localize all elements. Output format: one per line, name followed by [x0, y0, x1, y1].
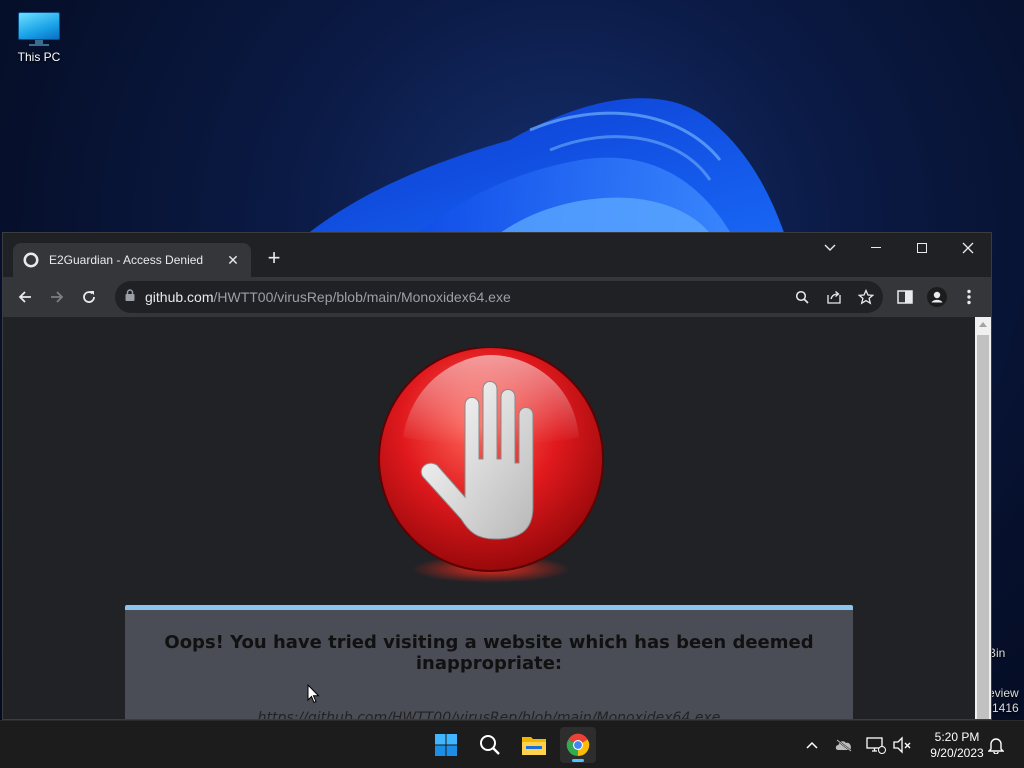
desktop-icon-label: This PC: [17, 50, 61, 64]
lock-icon: [125, 288, 135, 306]
taskbar: 5:20 PM 9/20/2023: [0, 720, 1024, 768]
vertical-scrollbar[interactable]: [975, 317, 991, 719]
access-denied-panel: Oops! You have tried visiting a website …: [125, 605, 853, 720]
kebab-menu-icon[interactable]: [955, 283, 983, 311]
zoom-search-icon[interactable]: [791, 287, 813, 307]
scroll-up-arrow-icon[interactable]: [979, 322, 987, 327]
clock-date: 9/20/2023: [930, 746, 984, 760]
close-window-icon[interactable]: [945, 233, 991, 263]
file-explorer-button[interactable]: [516, 727, 552, 763]
page-content: Oops! You have tried visiting a website …: [3, 317, 975, 720]
tab-strip: E2Guardian - Access Denied ✕ +: [3, 233, 991, 277]
this-pc-icon: [18, 12, 60, 46]
desktop-icon-this-pc[interactable]: This PC: [10, 8, 68, 64]
tab-search-chevron-icon[interactable]: [807, 233, 853, 263]
mouse-cursor-icon: [307, 684, 320, 704]
share-icon[interactable]: [823, 287, 845, 307]
reload-icon[interactable]: [75, 283, 103, 311]
notification-bell-icon[interactable]: [986, 735, 1006, 755]
desktop-edge-text: -1416: [988, 701, 1019, 715]
maximize-icon[interactable]: [899, 233, 945, 263]
chrome-button[interactable]: [560, 727, 596, 763]
taskbar-clock[interactable]: 5:20 PM 9/20/2023: [920, 729, 994, 761]
side-panel-icon[interactable]: [891, 283, 919, 311]
file-explorer-icon: [522, 737, 546, 755]
clock-time: 5:20 PM: [934, 730, 980, 744]
bookmark-star-icon[interactable]: [855, 287, 877, 307]
start-icon: [435, 734, 457, 756]
profile-icon[interactable]: [923, 283, 951, 311]
active-app-indicator: [572, 759, 584, 762]
blocked-url: https://github.com/HWTT00/virusRep/blob/…: [257, 710, 721, 720]
back-arrow-icon[interactable]: [11, 283, 39, 311]
denied-message: Oops! You have tried visiting a website …: [164, 632, 814, 674]
tab-title: E2Guardian - Access Denied: [49, 253, 204, 267]
stop-hand-icon: [378, 347, 604, 583]
address-host: github.com: [145, 289, 214, 305]
address-bar[interactable]: github.com/HWTT00/virusRep/blob/main/Mon…: [115, 281, 883, 313]
browser-toolbar: github.com/HWTT00/virusRep/blob/main/Mon…: [3, 277, 991, 317]
volume-muted-icon[interactable]: [892, 735, 912, 755]
search-button[interactable]: [472, 727, 508, 763]
tab-e2guardian[interactable]: E2Guardian - Access Denied ✕: [13, 243, 251, 277]
search-icon: [480, 735, 500, 755]
show-hidden-icons-chevron-icon[interactable]: [802, 735, 822, 755]
desktop-edge-text: eview: [988, 686, 1019, 700]
onedrive-offline-icon[interactable]: [834, 735, 854, 755]
scrollbar-thumb[interactable]: [977, 335, 989, 719]
start-button[interactable]: [428, 727, 464, 763]
minimize-icon[interactable]: [853, 233, 899, 263]
tab-close-icon[interactable]: ✕: [225, 252, 241, 268]
network-icon[interactable]: [866, 735, 886, 755]
github-icon: [23, 252, 39, 268]
browser-window: E2Guardian - Access Denied ✕ + github.co…: [2, 232, 992, 720]
chrome-icon: [566, 733, 590, 757]
wallpaper-bloom: [300, 98, 790, 250]
address-url: github.com/HWTT00/virusRep/blob/main/Mon…: [145, 289, 511, 305]
address-path: /HWTT00/virusRep/blob/main/Monoxidex64.e…: [213, 289, 511, 305]
new-tab-button[interactable]: +: [263, 247, 285, 269]
forward-arrow-icon[interactable]: [43, 283, 71, 311]
